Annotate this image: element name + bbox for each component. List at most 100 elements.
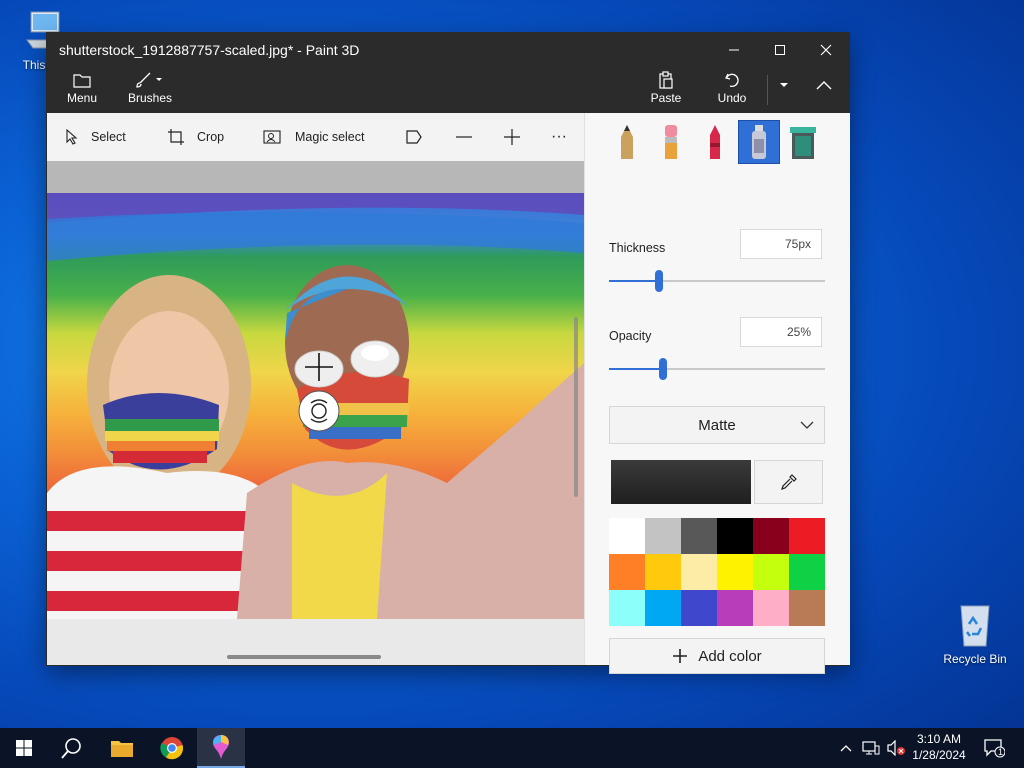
palette-swatch[interactable] [645,590,681,626]
palette-swatch[interactable] [717,590,753,626]
brush-eraser[interactable] [651,121,691,163]
show-hidden-icons-button[interactable] [834,728,858,768]
desktop-icon-label: Recycle Bin [943,652,1007,666]
brushes-button[interactable]: Brushes [125,69,175,105]
magic-select-label: Magic select [295,130,365,144]
chevron-down-icon [780,83,788,87]
canvas-area[interactable] [47,161,584,665]
folder-icon [111,741,133,757]
maximize-button[interactable] [757,33,803,67]
current-color-swatch[interactable] [611,460,751,504]
windows-logo-icon [16,740,32,756]
canvas-margin [47,161,584,193]
collapse-ribbon-button[interactable] [809,79,839,93]
close-button[interactable] [803,33,849,67]
minus-icon [456,136,472,138]
minimize-button[interactable] [711,33,757,67]
minimize-icon [729,49,739,51]
eyedropper-icon [780,474,797,490]
clock-date: 1/28/2024 [912,748,966,762]
zoom-in-button[interactable] [503,113,533,161]
brush-spray-can[interactable] [738,120,780,164]
eyedropper-button[interactable] [754,460,823,504]
paint3d-icon [213,735,229,759]
paste-icon [659,71,673,89]
opacity-slider[interactable] [609,358,825,380]
volume-button[interactable] [884,728,908,768]
palette-swatch[interactable] [609,518,645,554]
file-explorer-button[interactable] [98,728,146,768]
canvas-image[interactable] [47,193,584,619]
brush-fill[interactable] [783,121,823,163]
more-label: ··· [551,128,567,145]
opacity-slider-thumb[interactable] [659,358,667,380]
start-button[interactable] [0,728,48,768]
taskbar: 3:10 AM 1/28/2024 1 [0,728,1024,768]
clock-time: 3:10 AM [916,732,962,746]
palette-swatch[interactable] [681,518,717,554]
more-options-button[interactable]: ··· [551,113,567,161]
palette-swatch[interactable] [789,590,825,626]
chrome-icon [160,737,184,760]
undo-button[interactable]: Undo [711,69,753,105]
notification-count: 1 [998,747,1004,757]
opacity-input[interactable]: 25% [740,317,822,347]
spray-can-icon [752,125,766,159]
palette-swatch[interactable] [789,518,825,554]
desktop-icon-recycle-bin[interactable]: Recycle Bin [937,602,1013,666]
chevron-up-icon [840,745,852,752]
history-dropdown-button[interactable] [771,79,797,93]
vertical-scrollbar[interactable] [574,317,578,497]
palette-swatch[interactable] [609,590,645,626]
thickness-slider[interactable] [609,270,825,292]
palette-swatch[interactable] [789,554,825,590]
palette-swatch[interactable] [717,518,753,554]
brushes-label: Brushes [127,91,173,105]
chrome-button[interactable] [148,728,196,768]
add-color-label: Add color [698,647,762,665]
thickness-slider-thumb[interactable] [655,270,663,292]
action-center-button[interactable]: 1 [978,728,1010,768]
magic-select-tool[interactable]: Magic select [263,113,364,161]
palette-swatch[interactable] [645,518,681,554]
maximize-icon [775,45,785,55]
palette-swatch[interactable] [717,554,753,590]
chevron-down-icon [800,421,814,429]
add-color-button[interactable]: Add color [609,638,825,674]
palette-swatch[interactable] [753,590,789,626]
crop-tool[interactable]: Crop [167,113,224,161]
brush-crayon[interactable] [695,121,735,163]
palette-swatch[interactable] [753,554,789,590]
crop-icon [168,129,184,145]
brush-marker[interactable] [607,121,647,163]
menu-button[interactable]: Menu [61,69,103,105]
photo-illustration [47,193,584,619]
title-bar[interactable]: shutterstock_1912887757-scaled.jpg* - Pa… [47,33,849,67]
undo-label: Undo [717,91,747,105]
folder-icon [73,74,91,88]
palette-swatch[interactable] [753,518,789,554]
palette-swatch[interactable] [609,554,645,590]
taskbar-clock[interactable]: 3:10 AM 1/28/2024 [906,731,972,763]
crop-label: Crop [197,130,225,144]
network-button[interactable] [858,728,884,768]
horizontal-scrollbar[interactable] [227,655,381,659]
fill-bucket-icon [790,127,816,159]
flag-tool[interactable] [405,113,435,161]
palette-swatch[interactable] [681,554,717,590]
select-tool[interactable]: Select [65,113,126,161]
thickness-input[interactable]: 75px [740,229,822,259]
palette-swatch[interactable] [681,590,717,626]
finish-dropdown[interactable]: Matte [609,406,825,444]
search-button[interactable] [48,728,96,768]
zoom-out-button[interactable] [455,113,485,161]
color-palette [609,518,825,626]
brush-icon [136,72,162,88]
palette-swatch[interactable] [645,554,681,590]
cursor-icon [66,129,78,145]
paint3d-taskbar-button[interactable] [197,728,245,768]
paste-button[interactable]: Paste [645,69,687,105]
brushes-panel: Thickness 75px Opacity 25% Matte Add col… [584,113,850,674]
menu-label: Menu [66,91,98,105]
window-title: shutterstock_1912887757-scaled.jpg* - Pa… [59,42,360,58]
